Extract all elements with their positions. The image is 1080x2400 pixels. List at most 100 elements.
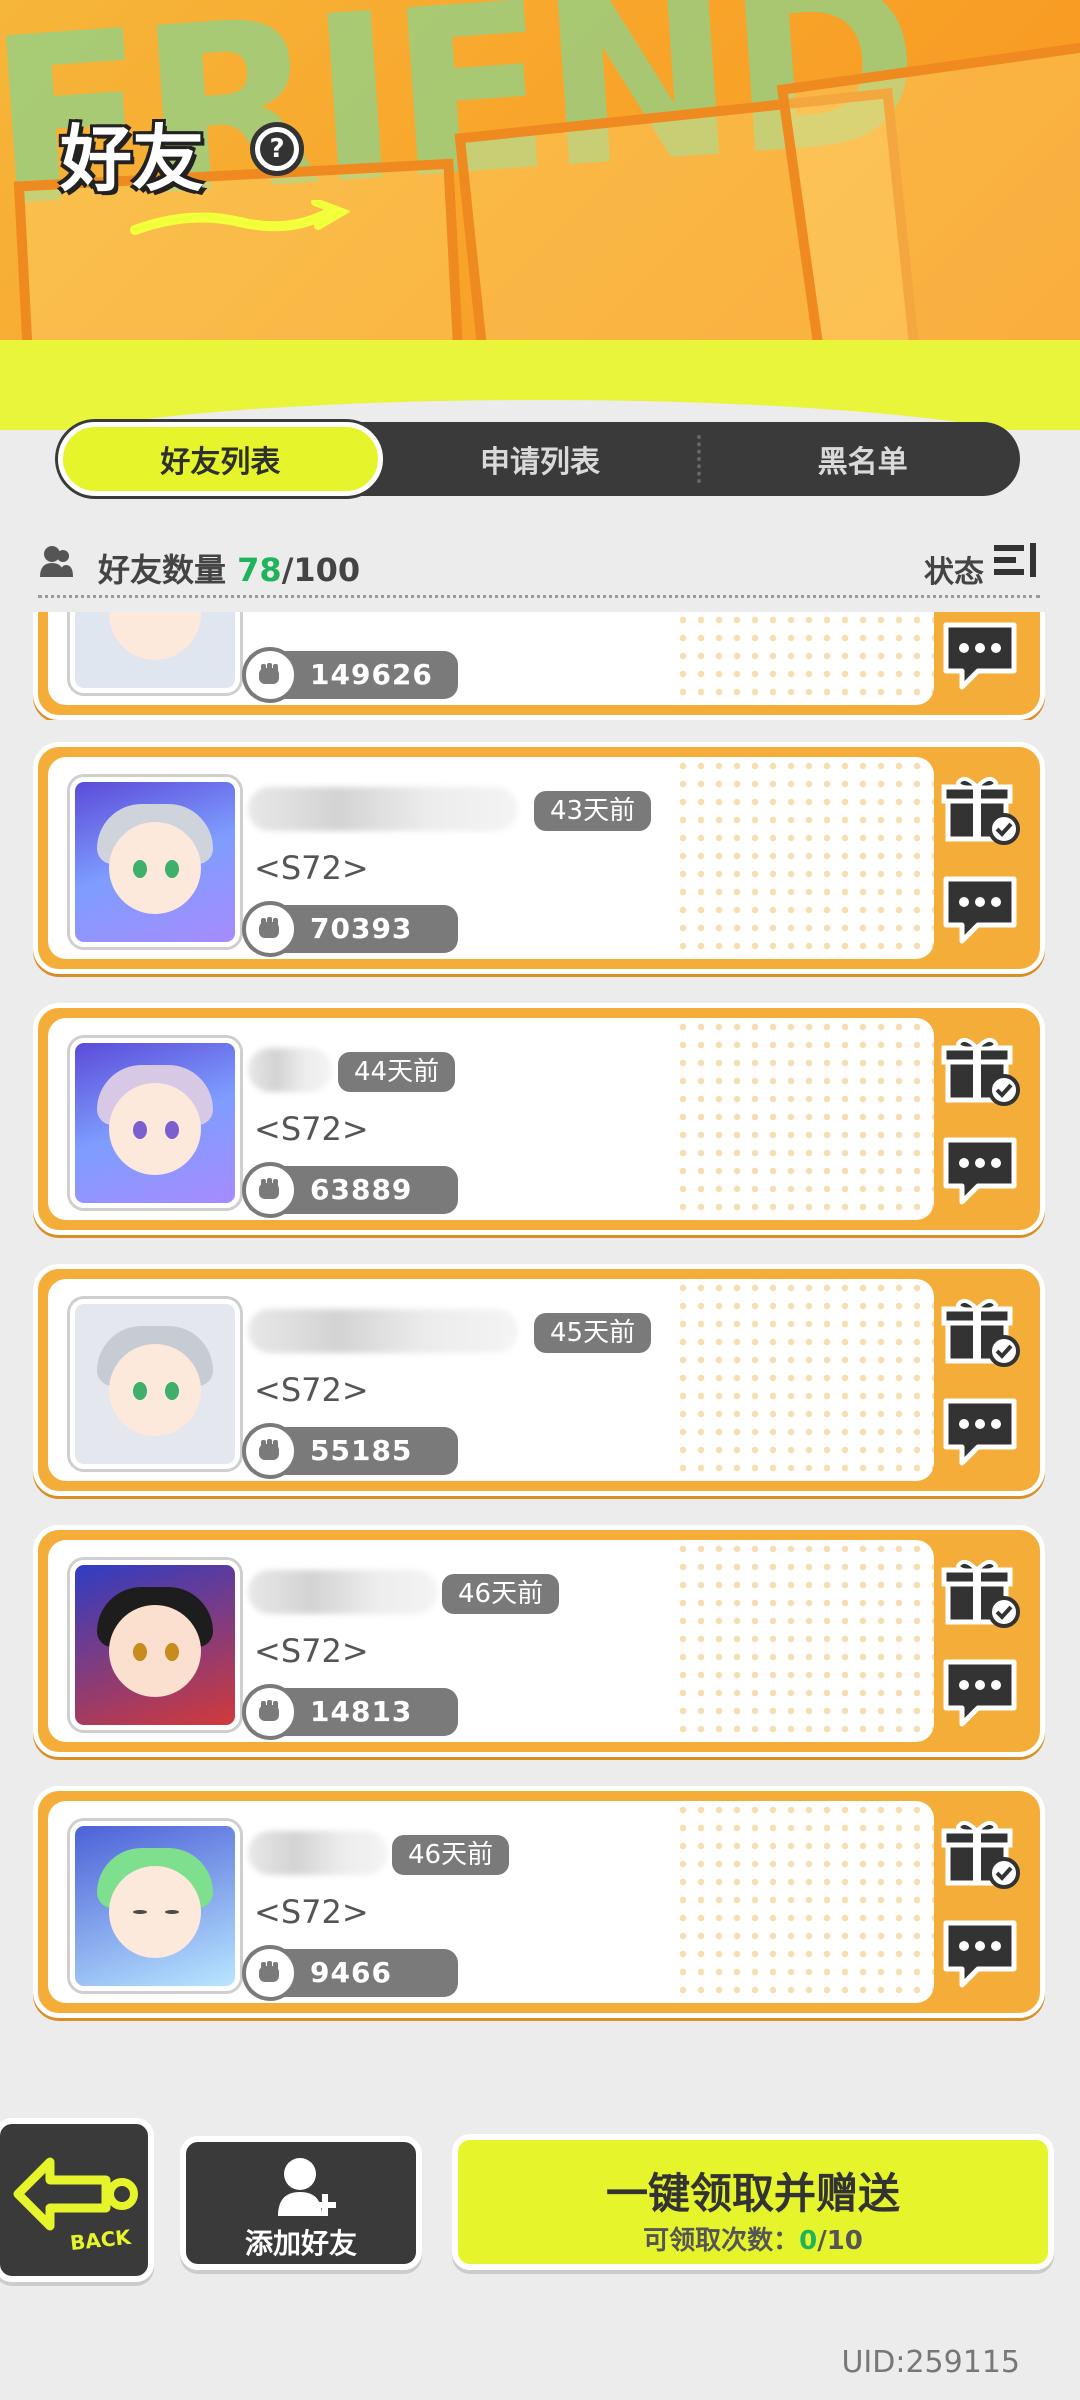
friend-count-bar: 好友数量 78/100 状态	[38, 535, 1040, 598]
gift-icon[interactable]	[938, 1554, 1022, 1630]
fist-icon	[242, 647, 298, 703]
friend-card[interactable]: 149626	[33, 612, 1045, 720]
last-online-badge: 43天前	[534, 791, 652, 831]
friend-tabs: 好友列表 申请列表 黑名单	[58, 422, 1020, 496]
combat-power-value: 9466	[310, 1956, 392, 1989]
avatar-eye	[133, 860, 147, 878]
add-user-icon	[278, 2158, 336, 2216]
combat-power-value: 55185	[310, 1434, 413, 1467]
server-tag: <S72>	[254, 1110, 369, 1148]
fist-icon	[242, 1684, 298, 1740]
dot-pattern	[674, 757, 934, 959]
chat-icon[interactable]	[938, 1915, 1022, 1991]
last-online-badge: 44天前	[338, 1052, 456, 1092]
avatar-face	[109, 1344, 201, 1436]
chat-icon[interactable]	[938, 1393, 1022, 1469]
avatar[interactable]	[70, 777, 240, 947]
avatar[interactable]	[70, 1038, 240, 1208]
avatar-face	[109, 1866, 201, 1958]
claim-count-current: 0	[799, 2226, 818, 2256]
friend-card-body: 43天前 <S72> 70393	[48, 757, 934, 959]
claim-count-max: /10	[817, 2226, 863, 2256]
gift-icon[interactable]	[938, 1032, 1022, 1108]
dot-pattern	[674, 1279, 934, 1481]
friend-card[interactable]: 46天前 <S72> 9466	[33, 1786, 1045, 2018]
friend-card-body: 46天前 <S72> 9466	[48, 1801, 934, 2003]
help-button[interactable]: ?	[250, 122, 304, 176]
chat-icon[interactable]	[938, 1654, 1022, 1730]
user-id: UID:259115	[841, 2345, 1020, 2380]
back-label: BACK	[68, 2224, 132, 2256]
add-friend-label: 添加好友	[244, 2227, 357, 2260]
friend-card-body: 46天前 <S72> 14813	[48, 1540, 934, 1742]
friend-card[interactable]: 43天前 <S72> 70393	[33, 742, 1045, 974]
avatar[interactable]	[70, 1821, 240, 1991]
combat-power: 63889	[242, 1162, 458, 1218]
combat-power: 55185	[242, 1423, 458, 1479]
claim-and-send-label: 一键领取并赠送	[605, 2169, 900, 2218]
friend-card[interactable]: 44天前 <S72> 63889	[33, 1003, 1045, 1235]
gift-icon[interactable]	[938, 771, 1022, 847]
server-tag: <S72>	[254, 1371, 369, 1409]
avatar-face	[109, 822, 201, 914]
back-button[interactable]: BACK	[0, 2118, 154, 2282]
add-friend-button[interactable]: 添加好友	[180, 2136, 422, 2270]
dot-pattern	[674, 1540, 934, 1742]
friend-card[interactable]: 45天前 <S72> 55185	[33, 1264, 1045, 1496]
fist-icon	[242, 1423, 298, 1479]
avatar[interactable]	[70, 1560, 240, 1730]
server-tag: <S72>	[254, 1893, 369, 1931]
avatar-face	[109, 1083, 201, 1175]
server-tag: <S72>	[254, 849, 369, 887]
chat-icon[interactable]	[938, 617, 1022, 693]
fist-icon	[242, 1162, 298, 1218]
status-sort-label[interactable]: 状态	[924, 547, 984, 591]
friend-card[interactable]: 46天前 <S72> 14813	[33, 1525, 1045, 1757]
avatar-face	[109, 1605, 201, 1697]
friend-card-body: 44天前 <S72> 63889	[48, 1018, 934, 1220]
sort-icon[interactable]	[992, 541, 1040, 581]
header-drip-decoration	[0, 340, 1080, 430]
arrow-decoration-icon	[130, 200, 350, 235]
tab-blacklist[interactable]: 黑名单	[705, 422, 1020, 496]
friend-count-separator: /	[281, 551, 294, 589]
back-arrow-icon	[13, 2157, 138, 2231]
friend-name-redacted	[248, 1831, 388, 1875]
friend-card-body: 45天前 <S72> 55185	[48, 1279, 934, 1481]
combat-power: 9466	[242, 1945, 458, 2001]
friend-count-label: 好友数量	[98, 551, 227, 589]
dot-pattern	[674, 612, 934, 705]
claim-and-send-button[interactable]: 一键领取并赠送 可领取次数：0/10	[452, 2134, 1054, 2270]
avatar-eye	[133, 1910, 147, 1914]
avatar[interactable]	[70, 612, 240, 693]
claim-count: 可领取次数：0/10	[458, 2220, 1048, 2257]
last-online-badge: 46天前	[392, 1835, 510, 1875]
friend-count: 好友数量 78/100	[98, 545, 360, 591]
friend-list-clip: 149626	[0, 612, 1080, 720]
friend-card-body: 149626	[48, 612, 934, 705]
avatar[interactable]	[70, 1299, 240, 1469]
combat-power-value: 149626	[310, 658, 433, 691]
tab-request-list[interactable]: 申请列表	[383, 422, 698, 496]
gift-icon[interactable]	[938, 1293, 1022, 1369]
tab-friend-list[interactable]: 好友列表	[58, 422, 383, 496]
avatar-eye	[165, 1643, 179, 1661]
avatar-eye	[165, 1910, 179, 1914]
page-title: 好友	[60, 117, 205, 201]
combat-power: 149626	[242, 647, 458, 703]
question-icon: ?	[260, 132, 294, 166]
avatar-eye	[165, 1382, 179, 1400]
dot-pattern	[674, 1018, 934, 1220]
fist-icon	[242, 1945, 298, 2001]
avatar-eye	[133, 1643, 147, 1661]
gift-icon[interactable]	[938, 1815, 1022, 1891]
avatar-eye	[133, 1121, 147, 1139]
chat-icon[interactable]	[938, 1132, 1022, 1208]
dot-pattern	[674, 1801, 934, 2003]
claim-count-label: 可领取次数：	[643, 2226, 800, 2256]
server-tag: <S72>	[254, 1632, 369, 1670]
last-online-badge: 46天前	[442, 1574, 560, 1614]
last-online-badge: 45天前	[534, 1313, 652, 1353]
combat-power: 70393	[242, 901, 458, 957]
chat-icon[interactable]	[938, 871, 1022, 947]
